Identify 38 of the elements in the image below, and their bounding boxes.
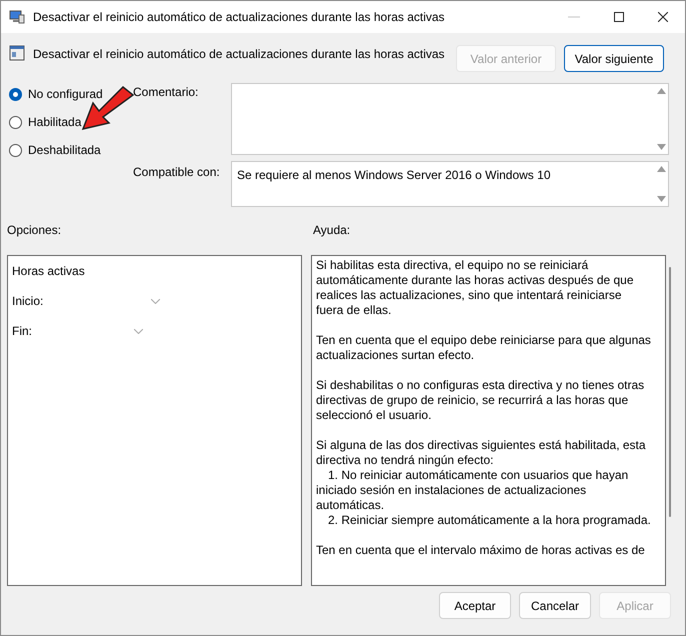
comment-field[interactable]: [231, 83, 669, 155]
field-label: Fin:: [12, 323, 32, 340]
window-title: Desactivar el reinicio automático de actualizaciones durante las horas activas: [33, 9, 445, 26]
help-text: Si deshabilitas o no configuras esta directiva y no tienes otras directivas de grupo de reinicio, se recurrirá a las horas que seleccionó el usuario.: [316, 378, 646, 423]
policy-icon: [9, 45, 25, 61]
comment-label: Comentario:: [133, 84, 200, 101]
help-list-item: 1. No reiniciar automáticamente con usuarios que hayan iniciado sesión en instalaciones de actualizaciones automáticas.: [316, 468, 630, 513]
radio-label: Habilitada: [28, 114, 82, 131]
radio-button[interactable]: [9, 88, 22, 100]
computer-icon: [9, 9, 25, 25]
chevron-down-icon[interactable]: [134, 328, 144, 334]
options-title: Horas activas: [12, 263, 86, 280]
help-text: Ten en cuenta que el intervalo máximo de horas activas es de: [316, 543, 646, 558]
help-label: Ayuda:: [313, 222, 350, 239]
scroll-down-icon[interactable]: [656, 196, 666, 202]
options-label: Opciones:: [7, 222, 62, 239]
scroll-up-icon[interactable]: [656, 88, 666, 94]
close-icon[interactable]: [658, 12, 668, 22]
radio-button[interactable]: [9, 116, 22, 128]
help-text: Si habilitas esta directiva, el equipo no se reiniciará automáticamente durante las horas activas después de que realices las actualizaciones, sino que intentará reiniciarse fuera de ellas.: [316, 258, 635, 318]
chevron-down-icon[interactable]: [151, 298, 160, 304]
scroll-up-icon[interactable]: [656, 166, 666, 172]
field-label: Inicio:: [12, 293, 44, 310]
maximize-icon[interactable]: [614, 12, 624, 22]
dialog-button[interactable]: Aceptar: [439, 592, 511, 619]
compatible-label: Compatible con:: [133, 164, 221, 181]
policy-title: Desactivar el reinicio automático de actualizaciones durante las horas activas: [33, 46, 445, 63]
radio-label: Deshabilitada: [28, 142, 101, 159]
compatible-text: Se requiere al menos Windows Server 2016 o Windows 10: [236, 167, 552, 184]
help-list-item: 2. Reiniciar siempre automáticamente a la hora programada.: [327, 513, 651, 528]
dialog-button[interactable]: Valor siguiente: [564, 45, 664, 72]
radio-button[interactable]: [9, 144, 22, 156]
radio-label: No configurad: [28, 86, 103, 103]
dialog-button[interactable]: Cancelar: [519, 592, 591, 619]
help-text: Si alguna de las dos directivas siguientes está habilitada, esta directiva no tendrá ningún efecto:: [316, 438, 647, 468]
scroll-down-icon[interactable]: [656, 144, 666, 150]
scrollbar-thumb[interactable]: [669, 267, 671, 517]
help-text: Ten en cuenta que el equipo debe reiniciarse para que algunas actualizaciones surtan efecto.: [316, 333, 651, 363]
